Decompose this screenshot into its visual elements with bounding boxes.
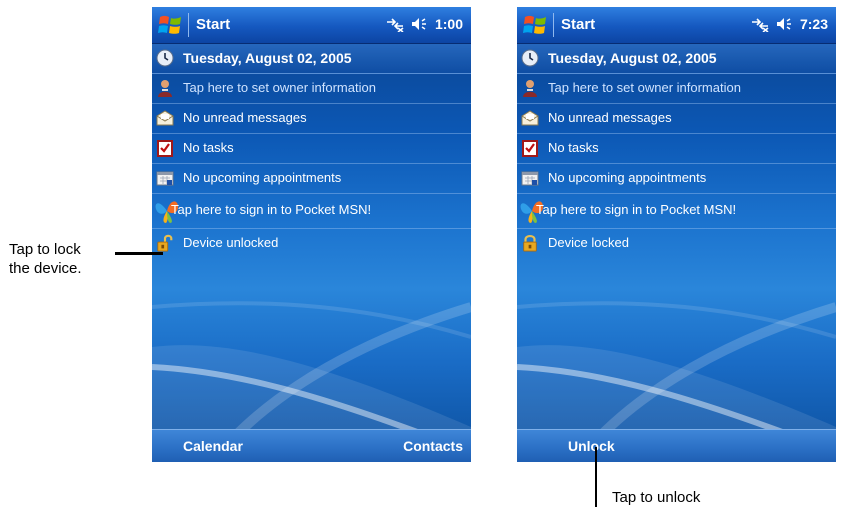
title-bar: Start 1:00 (152, 7, 471, 44)
clock-icon (156, 49, 174, 67)
tasks-text: No tasks (183, 140, 234, 155)
clock[interactable]: 1:00 (435, 16, 463, 32)
today-date-row[interactable]: Tuesday, August 02, 2005 (517, 44, 836, 74)
title-bar: Start 7:23 (517, 7, 836, 44)
calendar-softkey[interactable]: Calendar (183, 438, 243, 454)
msn-row[interactable]: Tap here to sign in to Pocket MSN! (517, 194, 836, 229)
speaker-icon[interactable] (776, 16, 794, 32)
date-text: Tuesday, August 02, 2005 (183, 50, 352, 66)
unlock-callout-leader (595, 447, 597, 507)
device-screen-locked: Start 7:23 Tuesday, August 02, 2005 Tap … (517, 7, 836, 462)
lock-callout-line1: Tap to lock (9, 241, 81, 258)
appointments-text: No upcoming appointments (183, 170, 342, 185)
start-menu-button[interactable]: Start (196, 16, 230, 33)
envelope-icon (156, 110, 174, 126)
unlock-softkey[interactable]: Unlock (568, 438, 615, 454)
softkey-bar: Calendar Contacts (152, 429, 471, 462)
tasks-icon (522, 140, 538, 157)
tasks-row[interactable]: No tasks (517, 134, 836, 164)
msn-text: Tap here to sign in to Pocket MSN! (171, 202, 372, 217)
appointments-row[interactable]: No upcoming appointments (152, 164, 471, 194)
owner-icon (523, 80, 537, 97)
owner-info-row[interactable]: Tap here to set owner information (517, 74, 836, 104)
device-lock-row[interactable]: Device locked (517, 229, 836, 258)
lock-callout: Tap to lock the device. (9, 240, 82, 278)
padlock-open-icon[interactable] (156, 234, 174, 252)
calendar-icon (521, 171, 539, 186)
msn-row[interactable]: Tap here to sign in to Pocket MSN! (152, 194, 471, 229)
lock-callout-leader (115, 252, 163, 255)
device-status-text: Device locked (548, 235, 629, 250)
messages-row[interactable]: No unread messages (517, 104, 836, 134)
owner-text: Tap here to set owner information (183, 80, 376, 95)
unlock-callout: Tap to unlock (612, 489, 701, 506)
tasks-row[interactable]: No tasks (152, 134, 471, 164)
windows-flag-icon[interactable] (158, 14, 182, 36)
status-area: 1:00 (385, 16, 463, 32)
padlock-closed-icon[interactable] (521, 234, 539, 252)
windows-flag-icon[interactable] (523, 14, 547, 36)
lock-callout-line2: the device. (9, 260, 82, 277)
device-lock-row[interactable]: Device unlocked (152, 229, 471, 258)
today-date-row[interactable]: Tuesday, August 02, 2005 (152, 44, 471, 74)
appointments-text: No upcoming appointments (548, 170, 707, 185)
owner-icon (158, 80, 172, 97)
tasks-text: No tasks (548, 140, 599, 155)
status-area: 7:23 (750, 16, 828, 32)
clock[interactable]: 7:23 (800, 16, 828, 32)
tasks-icon (157, 140, 173, 157)
device-screen-unlocked: Start 1:00 Tuesday, August 02, 2005 Tap … (152, 7, 471, 462)
messages-text: No unread messages (183, 110, 307, 125)
calendar-icon (156, 171, 174, 186)
date-text: Tuesday, August 02, 2005 (548, 50, 717, 66)
contacts-softkey[interactable]: Contacts (403, 438, 463, 454)
title-separator (553, 13, 554, 37)
title-separator (188, 13, 189, 37)
clock-icon (521, 49, 539, 67)
messages-row[interactable]: No unread messages (152, 104, 471, 134)
connectivity-icon[interactable] (750, 16, 770, 32)
connectivity-icon[interactable] (385, 16, 405, 32)
messages-text: No unread messages (548, 110, 672, 125)
device-status-text: Device unlocked (183, 235, 279, 250)
appointments-row[interactable]: No upcoming appointments (517, 164, 836, 194)
start-menu-button[interactable]: Start (561, 16, 595, 33)
owner-text: Tap here to set owner information (548, 80, 741, 95)
owner-info-row[interactable]: Tap here to set owner information (152, 74, 471, 104)
msn-text: Tap here to sign in to Pocket MSN! (536, 202, 737, 217)
envelope-icon (521, 110, 539, 126)
softkey-bar: Unlock (517, 429, 836, 462)
speaker-icon[interactable] (411, 16, 429, 32)
